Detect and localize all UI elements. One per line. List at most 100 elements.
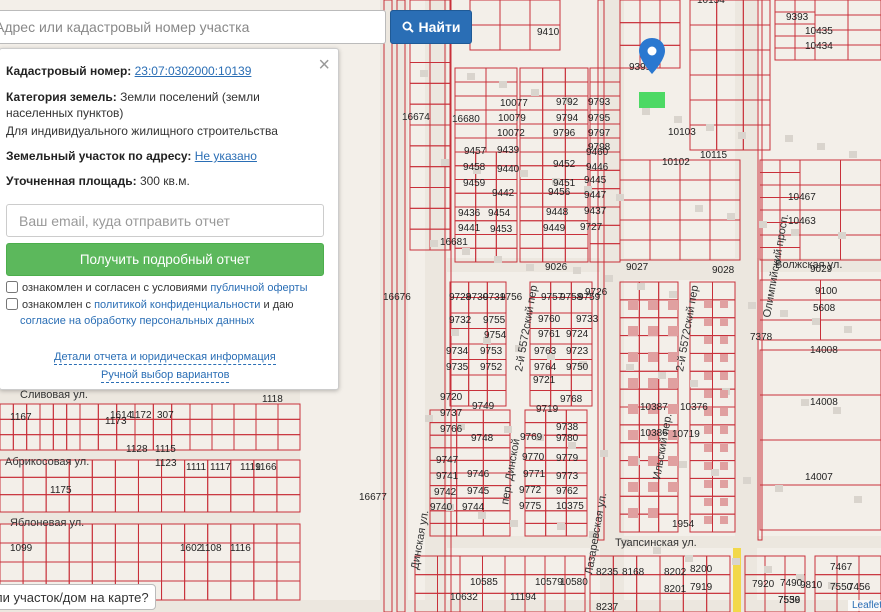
building [520, 170, 528, 177]
leaflet-attribution[interactable]: Leaflet [848, 600, 881, 611]
parcel-number: 9779 [556, 453, 579, 464]
offer-consent-row: ознакомлен и согласен с условиями публич… [6, 280, 308, 296]
building [720, 300, 728, 308]
building [704, 480, 712, 488]
parcel-number: 9028 [712, 265, 735, 276]
parcel-number: 9410 [537, 27, 560, 38]
privacy-checkbox[interactable] [6, 298, 18, 310]
building [720, 336, 728, 344]
building [451, 329, 459, 336]
building [648, 508, 658, 518]
address-link[interactable]: Не указано [195, 149, 257, 163]
parcel-number: 10632 [450, 592, 478, 603]
privacy-link[interactable]: политикой конфиденциальности [94, 299, 260, 311]
offer-checkbox[interactable] [6, 281, 18, 293]
parcel-number: 10467 [788, 192, 816, 203]
help-bubble[interactable]: ли участок/дом на карте? [0, 584, 156, 610]
offer-link[interactable]: публичной оферты [210, 282, 307, 294]
road-strip [600, 270, 760, 280]
parcel-number: 1128 [126, 444, 148, 455]
parcel-number: 9437 [584, 206, 607, 217]
building [648, 378, 658, 388]
building [499, 81, 507, 88]
parcel-number: 5608 [813, 303, 836, 314]
parcel-number: 9762 [556, 486, 579, 497]
building [648, 352, 658, 362]
building [648, 300, 658, 310]
parcel-number: 9771 [523, 469, 546, 480]
parcel-number: 1175 [50, 485, 72, 496]
parcel-number: 1954 [672, 519, 695, 530]
parcel-number: 307 [157, 410, 174, 421]
building [720, 498, 728, 506]
parcel-number: 9720 [440, 392, 463, 403]
building [531, 89, 539, 96]
search-button[interactable]: Найти [390, 10, 472, 44]
parcel-number: 16676 [383, 292, 411, 303]
get-report-button[interactable]: Получить подробный отчет [6, 243, 324, 276]
building [674, 116, 682, 123]
parcel-number: 10579 [535, 577, 563, 588]
manual-selection-link[interactable]: Ручной выбор вариантов [101, 369, 230, 383]
building [720, 444, 728, 452]
parcel-number: 9770 [522, 452, 545, 463]
building [642, 108, 650, 115]
building [628, 352, 638, 362]
parcel-number: 9445 [584, 175, 607, 186]
parcel-number: 9796 [553, 128, 576, 139]
building [720, 318, 728, 326]
building [441, 159, 449, 166]
building [704, 444, 712, 452]
parcel-number: 9795 [588, 113, 611, 124]
cadastral-number-link[interactable]: 23:07:0302000:10139 [135, 64, 252, 78]
parcel-number: 1123 [155, 458, 177, 469]
selected-parcel[interactable] [639, 92, 665, 108]
parcel-number: 9724 [566, 329, 589, 340]
parcel-number: 9454 [488, 208, 511, 219]
building [616, 194, 624, 201]
building [668, 300, 678, 310]
building [854, 496, 862, 503]
yellow-road [733, 548, 741, 612]
parcel-number: 9738 [556, 422, 579, 433]
parcel-number: 10719 [672, 429, 700, 440]
search-icon [402, 21, 414, 33]
parcel-number: 1172 [130, 410, 152, 421]
email-field[interactable] [6, 204, 324, 237]
parcel-number: 9761 [538, 329, 561, 340]
parcel-number: 1166 [255, 462, 277, 473]
parcel-number: 8200 [690, 564, 713, 575]
parcel-number: 9733 [576, 314, 599, 325]
parcel-number: 16677 [359, 492, 387, 503]
area-row: Уточненная площадь: 300 кв.м. [6, 173, 328, 189]
parcel-number: 9436 [458, 208, 481, 219]
search-input[interactable] [0, 10, 386, 44]
parcel-number: 9027 [626, 262, 649, 273]
building [637, 283, 645, 290]
consent-link[interactable]: согласие на обработку персональных данны… [20, 315, 254, 327]
building [420, 70, 428, 77]
building [720, 516, 728, 524]
parcel-number: 9029 [810, 264, 833, 275]
street-name: Абрикосовая ул. [5, 456, 89, 468]
building [743, 477, 751, 484]
parcel-number: 8237 [596, 602, 619, 612]
building [600, 450, 608, 457]
building [817, 143, 825, 150]
building [720, 354, 728, 362]
parcel-number: 16681 [440, 237, 468, 248]
parcel-number: 9440 [497, 164, 520, 175]
parcel-number: 9459 [463, 178, 486, 189]
parcel-number: 9721 [533, 375, 556, 386]
parcel-number: 9441 [458, 223, 481, 234]
parcel-number: 1117 [210, 462, 231, 473]
building [467, 73, 475, 80]
building [849, 151, 857, 158]
parcel-number: 7539 [778, 595, 801, 606]
cadastral-number-row: Кадастровый номер: 23:07:0302000:10139 [6, 63, 328, 79]
parcel-number: 8235 [596, 567, 619, 578]
building [695, 205, 703, 212]
parcel-number: 1115 [155, 444, 176, 455]
report-details-link[interactable]: Детали отчета и юридическая информация [54, 351, 276, 365]
building [704, 336, 712, 344]
